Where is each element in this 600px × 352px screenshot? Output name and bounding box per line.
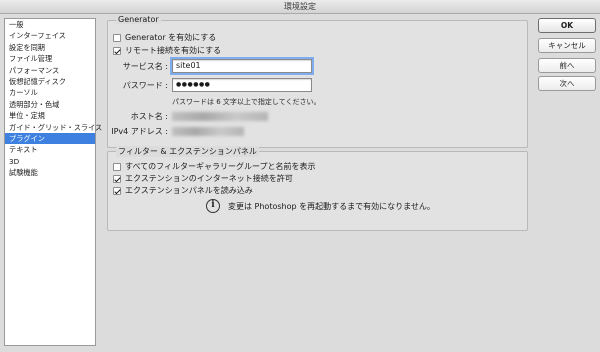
show-all-filters-checkbox[interactable] <box>113 162 121 171</box>
sidebar-item[interactable]: プラグイン <box>5 132 95 145</box>
service-name-label: サービス名 : <box>122 61 168 71</box>
filters-extensions-group: フィルター & エクステンションパネル すべてのフィルターギャラリーグループと名… <box>107 146 528 231</box>
show-all-filters-row[interactable]: すべてのフィルターギャラリーグループと名前を表示 <box>113 161 315 172</box>
load-panels-row[interactable]: エクステンションパネルを読み込み <box>113 185 253 196</box>
password-row: パスワード : ●●●●●● <box>108 78 312 92</box>
sidebar-item[interactable]: 試験機能 <box>5 167 95 178</box>
service-name-input[interactable]: site01 <box>170 57 314 75</box>
remote-connection-checkbox[interactable] <box>113 46 121 55</box>
preferences-dialog: 一般 インターフェイス 設定を同期 ファイル管理 パフォーマンス 仮想記憶ディスク カーソル… <box>0 14 600 352</box>
load-panels-checkbox[interactable] <box>113 186 121 195</box>
allow-internet-row[interactable]: エクステンションのインターネット接続を許可 <box>113 173 293 184</box>
show-all-filters-label: すべてのフィルターギャラリーグループと名前を表示 <box>125 162 316 171</box>
generator-enable-row[interactable]: Generator を有効にする <box>113 32 216 43</box>
allow-internet-checkbox[interactable] <box>113 174 121 183</box>
generator-group: Generator Generator を有効にする リモート接続を有効にする … <box>107 15 528 148</box>
remote-connection-label: リモート接続を有効にする <box>125 46 222 55</box>
password-hint: パスワードは 6 文字以上で指定してください。 <box>172 98 321 106</box>
generator-group-title: Generator <box>116 15 161 24</box>
sidebar-item[interactable]: 透明部分・色域 <box>5 99 95 110</box>
allow-internet-label: エクステンションのインターネット接続を許可 <box>125 174 293 183</box>
ok-button[interactable]: OK <box>538 18 596 33</box>
sidebar-item[interactable]: ガイド・グリッド・スライス <box>5 122 102 133</box>
sidebar-item[interactable]: 一般 <box>5 19 95 30</box>
sidebar-item[interactable]: テキスト <box>5 144 95 155</box>
ipv4-value-blurred <box>172 127 244 136</box>
password-hint-row: パスワードは 6 文字以上で指定してください。 <box>172 97 320 107</box>
restart-notice-row: i 変更は Photoshop を再起動するまで有効になりません。 <box>206 199 435 213</box>
host-value-blurred <box>172 112 268 121</box>
restart-notice: 変更は Photoshop を再起動するまで有効になりません。 <box>228 201 435 211</box>
generator-enable-label: Generator を有効にする <box>125 33 217 42</box>
host-row: ホスト名 : <box>108 111 268 122</box>
sidebar-item[interactable]: インターフェイス <box>5 30 95 41</box>
service-name-row: サービス名 : site01 <box>108 57 314 75</box>
ipv4-label: IPv4 アドレス : <box>111 127 168 136</box>
host-label: ホスト名 : <box>130 112 168 121</box>
ipv4-row: IPv4 アドレス : <box>108 126 244 137</box>
cancel-button[interactable]: キャンセル <box>538 38 596 53</box>
filters-extensions-title: フィルター & エクステンションパネル <box>116 146 259 157</box>
password-input[interactable]: ●●●●●● <box>172 78 312 92</box>
sidebar-item[interactable]: 3D <box>5 156 95 167</box>
password-label: パスワード : <box>122 80 168 90</box>
prev-button[interactable]: 前へ <box>538 58 596 73</box>
load-panels-label: エクステンションパネルを読み込み <box>125 186 253 195</box>
window-title: 環境設定 <box>0 0 600 14</box>
sidebar-item[interactable]: 設定を同期 <box>5 42 95 53</box>
sidebar-item[interactable]: カーソル <box>5 87 95 98</box>
sidebar-item[interactable]: ファイル管理 <box>5 53 95 64</box>
remote-connection-row[interactable]: リモート接続を有効にする <box>113 45 221 56</box>
generator-enable-checkbox[interactable] <box>113 33 121 42</box>
sidebar-item[interactable]: 単位・定規 <box>5 110 95 121</box>
info-icon: i <box>206 199 220 213</box>
sidebar-item[interactable]: パフォーマンス <box>5 65 95 76</box>
preferences-category-list: 一般 インターフェイス 設定を同期 ファイル管理 パフォーマンス 仮想記憶ディスク カーソル… <box>4 18 102 346</box>
sidebar-item[interactable]: 仮想記憶ディスク <box>5 76 95 87</box>
next-button[interactable]: 次へ <box>538 76 596 91</box>
